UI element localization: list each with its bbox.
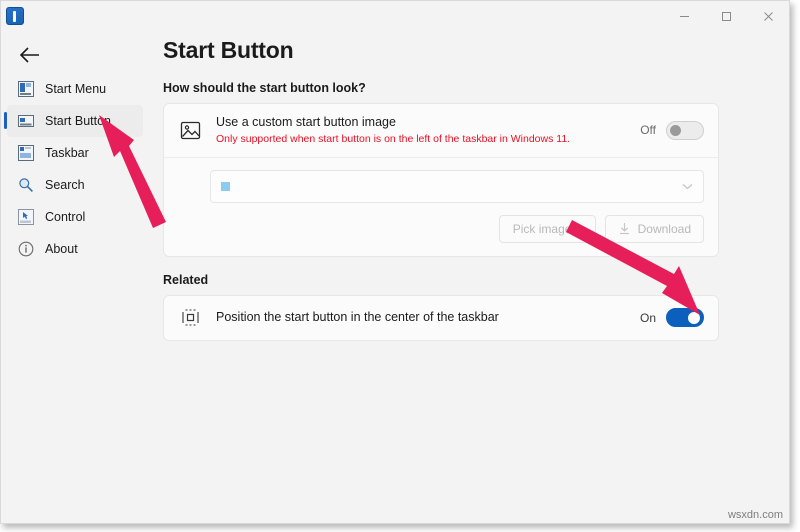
sidebar-item-search[interactable]: Search [7,169,143,201]
app-window: Start Button Start Menu [0,0,790,524]
sidebar: Start Menu Start Button T [1,73,151,523]
section-heading: How should the start button look? [163,81,789,95]
dropdown-swatch-icon [221,182,230,191]
related-heading: Related [163,273,789,287]
custom-image-text: Use a custom start button image Only sup… [216,114,640,147]
page-title: Start Button [163,37,293,64]
custom-image-toggle-label: Off [640,123,656,137]
related-toggle[interactable] [666,308,704,327]
back-arrow-icon [19,46,41,64]
sidebar-item-start-button[interactable]: Start Button [7,105,143,137]
center-align-icon [178,306,202,330]
pick-image-button[interactable]: Pick image... [499,215,596,243]
download-icon [618,222,631,235]
window-controls [663,1,789,31]
download-label: Download [638,222,691,236]
pick-image-label: Pick image... [513,222,582,236]
start-menu-icon [17,80,35,98]
close-icon[interactable] [747,1,789,31]
related-card: Position the start button in the center … [163,295,719,341]
image-dropdown[interactable] [210,170,704,203]
related-row-text: Position the start button in the center … [216,309,640,326]
related-row: Position the start button in the center … [164,296,718,340]
custom-image-card: Use a custom start button image Only sup… [163,103,719,257]
custom-image-row: Use a custom start button image Only sup… [164,104,718,158]
sidebar-item-label: Search [45,178,85,192]
custom-image-toggle[interactable] [666,121,704,140]
image-dropdown-wrap [164,158,718,215]
image-actions: Pick image... Download [164,215,718,256]
custom-image-toggle-group: Off [640,121,704,140]
sidebar-item-label: Start Menu [45,82,106,96]
custom-image-warning: Only supported when start button is on t… [216,132,640,147]
back-button[interactable] [13,39,47,71]
page-header: Start Button [1,31,789,79]
control-icon [17,208,35,226]
watermark: wsxdn.com [728,509,783,521]
sidebar-item-label: Control [45,210,85,224]
chevron-down-icon [682,177,693,195]
sidebar-item-label: About [45,242,78,256]
download-button[interactable]: Download [605,215,704,243]
taskbar-icon [17,144,35,162]
minimize-icon[interactable] [663,1,705,31]
custom-image-title: Use a custom start button image [216,114,640,131]
related-toggle-label: On [640,311,656,325]
related-row-title: Position the start button in the center … [216,309,640,326]
info-icon [17,240,35,258]
maximize-icon[interactable] [705,1,747,31]
app-icon [6,7,24,25]
sidebar-item-about[interactable]: About [7,233,143,265]
content-area: How should the start button look? Use a … [151,73,789,523]
search-icon [17,176,35,194]
sidebar-item-label: Taskbar [45,146,89,160]
sidebar-item-start-menu[interactable]: Start Menu [7,73,143,105]
related-toggle-group: On [640,308,704,327]
sidebar-item-label: Start Button [45,114,111,128]
image-placeholder-icon [178,118,202,142]
sidebar-item-taskbar[interactable]: Taskbar [7,137,143,169]
title-bar [1,1,789,31]
sidebar-item-control[interactable]: Control [7,201,143,233]
start-button-icon [17,112,35,130]
